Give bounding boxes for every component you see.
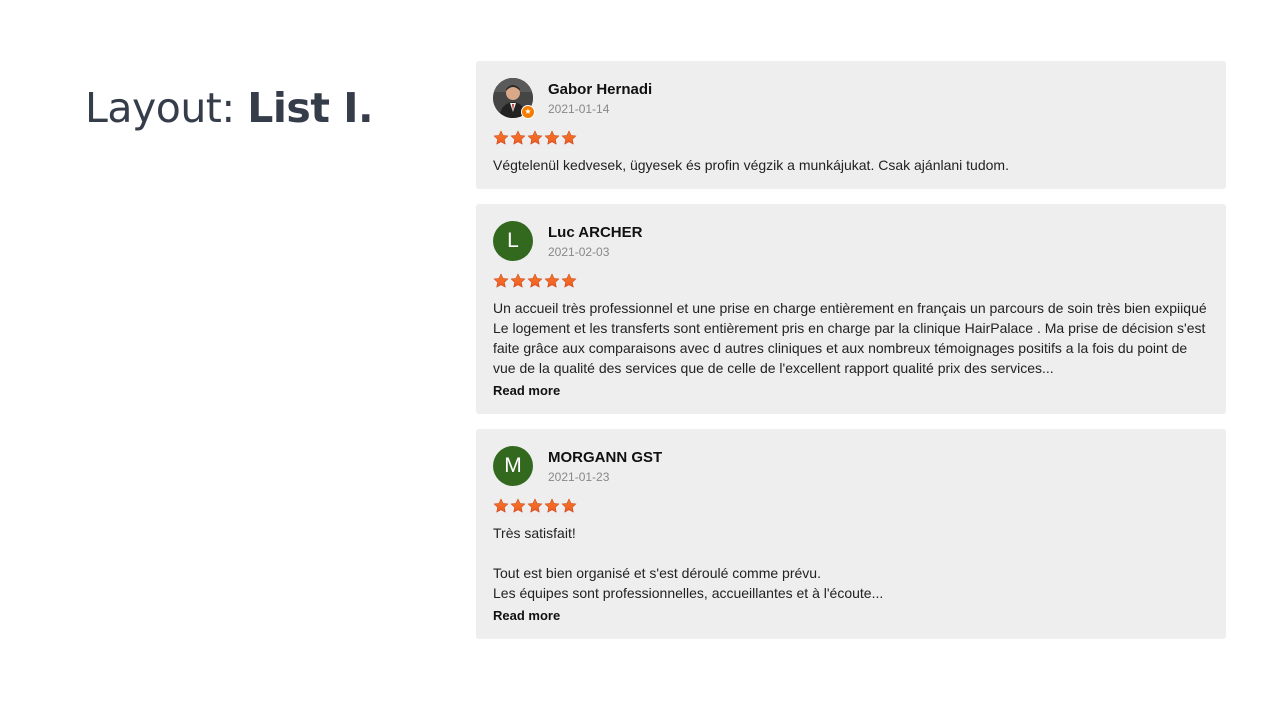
review-card: ★ Gabor Hernadi 2021-01-14 Végtelenül ke… <box>476 61 1226 189</box>
star-icon <box>493 130 509 148</box>
star-icon <box>561 273 577 291</box>
page-title-prefix: Layout: <box>85 84 248 132</box>
star-icon <box>527 130 543 148</box>
page-title-strong: List I. <box>247 84 374 132</box>
review-header: M MORGANN GST 2021-01-23 <box>493 446 1209 486</box>
star-icon <box>527 273 543 291</box>
star-icon <box>510 130 526 148</box>
star-icon <box>510 273 526 291</box>
star-icon <box>561 130 577 148</box>
avatar: M <box>493 446 533 486</box>
star-icon <box>544 130 560 148</box>
star-rating <box>493 273 1209 291</box>
star-icon <box>493 498 509 516</box>
star-rating <box>493 130 1209 148</box>
review-date: 2021-01-14 <box>548 101 610 116</box>
review-header: ★ Gabor Hernadi 2021-01-14 <box>493 78 1209 119</box>
read-more-link[interactable]: Read more <box>493 383 560 398</box>
review-list: ★ Gabor Hernadi 2021-01-14 Végtelenül ke… <box>476 61 1226 654</box>
review-card: M MORGANN GST 2021-01-23 Très satisfait!… <box>476 429 1226 639</box>
review-date: 2021-02-03 <box>548 244 610 259</box>
review-text: Très satisfait! Tout est bien organisé e… <box>493 525 884 601</box>
page-title: Layout: List I. <box>85 84 374 132</box>
star-icon <box>544 273 560 291</box>
read-more-link[interactable]: Read more <box>493 608 560 623</box>
reviewer-name: Luc ARCHER <box>548 223 643 241</box>
avatar-letter: M <box>504 454 522 477</box>
star-icon <box>544 498 560 516</box>
avatar: ★ <box>493 78 535 119</box>
verified-badge-icon: ★ <box>521 105 535 119</box>
star-rating <box>493 498 1209 516</box>
star-icon <box>510 498 526 516</box>
avatar: L <box>493 221 533 261</box>
star-icon <box>493 273 509 291</box>
star-icon <box>527 498 543 516</box>
review-card: L Luc ARCHER 2021-02-03 Un accueil très … <box>476 204 1226 414</box>
reviewer-name: Gabor Hernadi <box>548 80 653 98</box>
review-header: L Luc ARCHER 2021-02-03 <box>493 221 1209 261</box>
review-text: Végtelenül kedvesek, ügyesek és profin v… <box>493 157 1009 173</box>
review-text: Un accueil très professionnel et une pri… <box>493 300 1207 376</box>
review-date: 2021-01-23 <box>548 469 610 484</box>
avatar-letter: L <box>507 229 519 252</box>
reviewer-name: MORGANN GST <box>548 448 663 466</box>
star-icon <box>561 498 577 516</box>
